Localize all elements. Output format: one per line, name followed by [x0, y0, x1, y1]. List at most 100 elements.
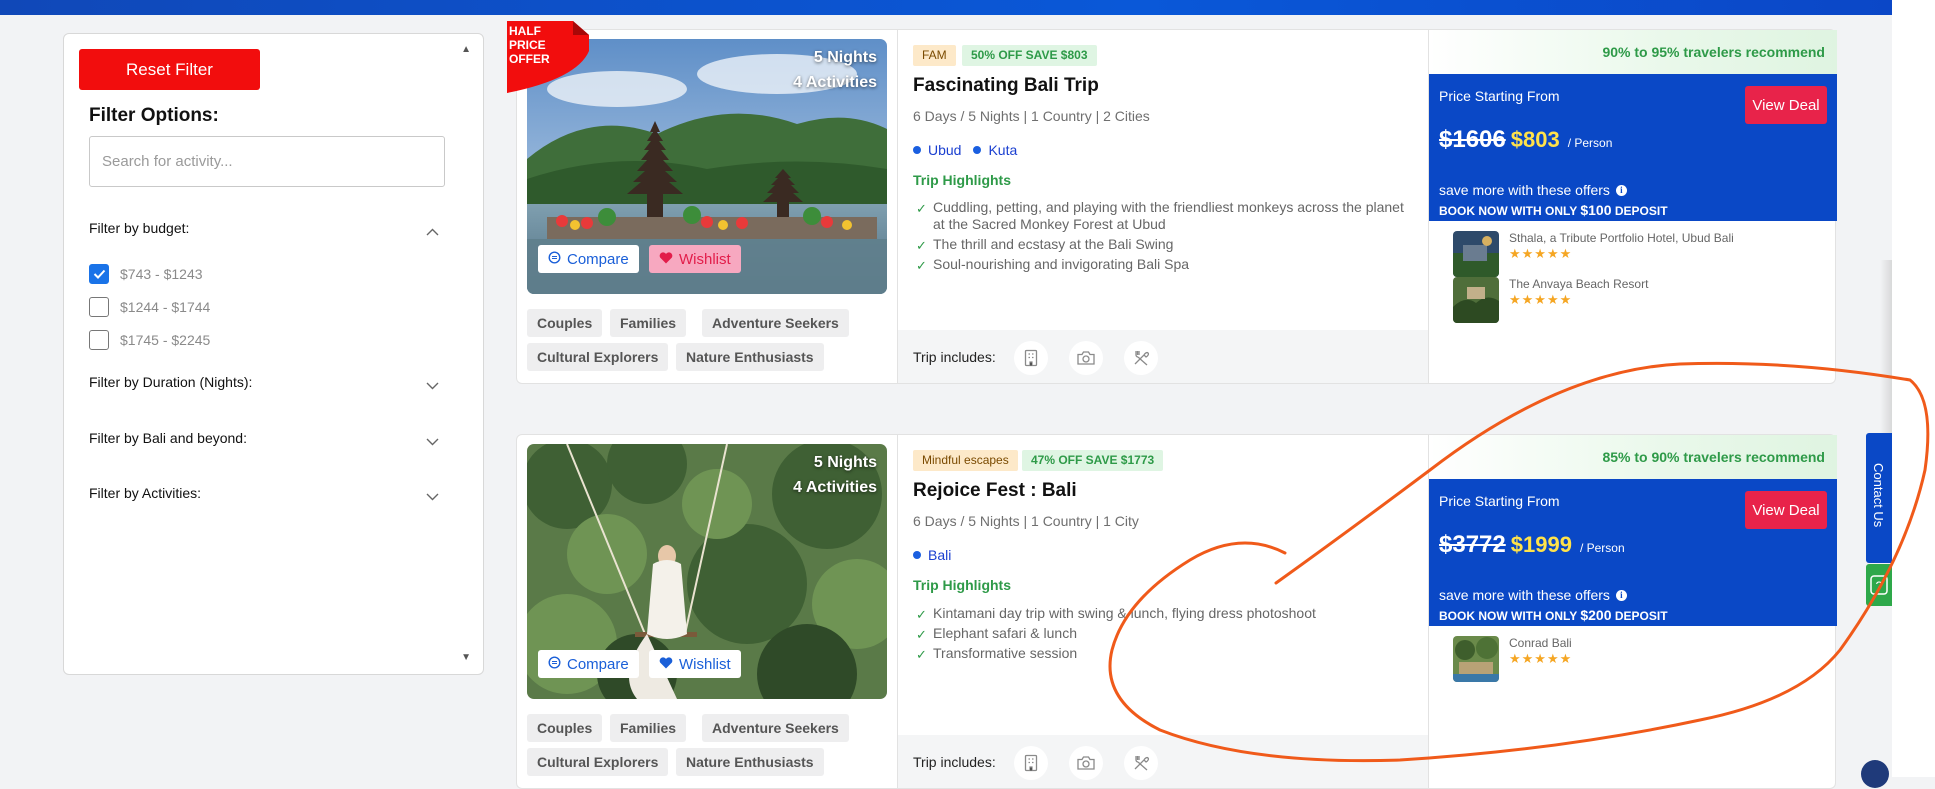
scroll-up-arrow-icon[interactable]: ▲ [461, 44, 471, 55]
package-details: FAM 50% OFF SAVE $803 Fascinating Bali T… [897, 30, 1428, 383]
package-meta: 6 Days / 5 Nights | 1 Country | 2 Cities [913, 108, 1150, 124]
budget-option-label: $743 - $1243 [120, 266, 203, 282]
contact-us-tab[interactable]: Contact Us [1866, 433, 1892, 563]
floating-chat-button[interactable] [1861, 760, 1889, 788]
filter-options-heading: Filter Options: [89, 105, 219, 126]
hotel-thumbnail [1453, 636, 1499, 682]
chevron-down-icon [426, 377, 439, 393]
deposit-note: BOOK NOW WITH ONLY $100 DEPOSIT [1439, 202, 1668, 218]
deposit-amount: $200 [1580, 607, 1612, 623]
camera-icon [1069, 746, 1103, 780]
save-more-offers[interactable]: save more with these offers i [1439, 587, 1627, 603]
budget-option[interactable]: $1745 - $2245 [89, 330, 210, 350]
budget-option-label: $1244 - $1744 [120, 299, 211, 315]
traveler-tag: Nature Enthusiasts [676, 343, 824, 371]
dining-icon [1124, 746, 1158, 780]
recommend-banner: 90% to 95% travelers recommend [1429, 30, 1837, 74]
save-more-offers[interactable]: save more with these offers i [1439, 182, 1627, 198]
wishlist-label: Wishlist [679, 655, 731, 673]
activities-filter-toggle[interactable]: Filter by Activities: [89, 485, 439, 501]
duration-filter-toggle[interactable]: Filter by Duration (Nights): [89, 374, 439, 390]
category-badge: Mindful escapes [913, 450, 1018, 471]
chevron-down-icon [426, 433, 439, 449]
help-button[interactable]: ? [1866, 564, 1892, 606]
activities-count: 4 Activities [793, 74, 877, 91]
package-title[interactable]: Fascinating Bali Trip [913, 75, 1099, 97]
heart-icon [659, 656, 673, 673]
offer-tag-line: PRICE [509, 38, 546, 52]
duration-filter-label: Filter by Duration (Nights): [89, 374, 253, 390]
checkbox[interactable] [89, 297, 109, 317]
trip-highlights-heading: Trip Highlights [913, 577, 1011, 593]
info-icon[interactable]: i [1615, 184, 1627, 196]
wishlist-button[interactable]: Wishlist [649, 245, 741, 273]
hotel-name: Sthala, a Tribute Portfolio Hotel, Ubud … [1509, 231, 1734, 245]
nights-count: 5 Nights [813, 49, 877, 66]
budget-option[interactable]: $743 - $1243 [89, 264, 203, 284]
deposit-suffix: DEPOSIT [1614, 204, 1668, 218]
hotel-item[interactable]: The Anvaya Beach Resort ★★★★★ [1453, 277, 1648, 323]
original-price: $1606 [1439, 126, 1506, 153]
help-icon: ? [1870, 575, 1888, 595]
deposit-suffix: DEPOSIT [1614, 609, 1668, 623]
compare-button[interactable]: Compare [538, 245, 639, 273]
traveler-tag: Nature Enthusiasts [676, 748, 824, 776]
category-badge: FAM [913, 45, 956, 66]
compare-icon [548, 655, 561, 673]
trip-highlights-heading: Trip Highlights [913, 172, 1011, 188]
scroll-down-arrow-icon[interactable]: ▼ [461, 652, 471, 663]
compare-icon [548, 250, 561, 268]
book-now-prefix: BOOK NOW WITH ONLY [1439, 204, 1577, 218]
highlight-item: Soul-nourishing and invigorating Bali Sp… [913, 256, 1413, 274]
budget-option[interactable]: $1244 - $1744 [89, 297, 210, 317]
hotel-rating-stars: ★★★★★ [1509, 292, 1573, 307]
package-details: Mindful escapes 47% OFF SAVE $1773 Rejoi… [897, 435, 1428, 788]
per-person-label: / Person [1579, 541, 1625, 555]
hotel-icon [1014, 341, 1048, 375]
checkbox[interactable] [89, 330, 109, 350]
package-card: 5 Nights 4 Activities Compare Wishlist C… [516, 434, 1837, 789]
checkbox-checked[interactable] [89, 264, 109, 284]
package-title[interactable]: Rejoice Fest : Bali [913, 480, 1077, 502]
offer-tag-line: HALF [509, 24, 541, 38]
budget-filter-toggle[interactable]: Filter by budget: [89, 220, 439, 236]
view-deal-button[interactable]: View Deal [1745, 491, 1827, 529]
activities-count: 4 Activities [793, 479, 877, 496]
traveler-tag: Families [610, 714, 687, 742]
filter-panel: Reset Filter Filter Options: Filter by b… [63, 33, 484, 675]
traveler-tag: Adventure Seekers [702, 309, 849, 337]
trip-includes-label: Trip includes: [913, 754, 996, 770]
city-item: Kuta [973, 142, 1017, 158]
view-deal-button[interactable]: View Deal [1745, 86, 1827, 124]
activity-search-input[interactable] [89, 136, 445, 187]
discounted-price: $803 [1510, 127, 1560, 152]
wishlist-button[interactable]: Wishlist [649, 650, 741, 678]
reset-filter-button[interactable]: Reset Filter [79, 49, 260, 90]
hotel-name: The Anvaya Beach Resort [1509, 277, 1649, 291]
compare-button[interactable]: Compare [538, 650, 639, 678]
price-row: $1606 $803 / Person [1439, 126, 1612, 154]
city-list: Bali [913, 547, 963, 563]
chevron-down-icon [426, 488, 439, 504]
discounted-price: $1999 [1510, 532, 1572, 557]
package-meta: 6 Days / 5 Nights | 1 Country | 1 City [913, 513, 1139, 529]
highlight-item: The thrill and ecstasy at the Bali Swing [913, 236, 1413, 254]
destination-filter-label: Filter by Bali and beyond: [89, 430, 247, 446]
hotel-icon [1014, 746, 1048, 780]
compare-label: Compare [567, 655, 629, 673]
hotel-item[interactable]: Conrad Bali ★★★★★ [1453, 636, 1572, 682]
highlight-item: Transformative session [913, 645, 1413, 663]
hotel-name: Conrad Bali [1509, 636, 1572, 650]
discount-badge: 47% OFF SAVE $1773 [1022, 450, 1164, 471]
compare-label: Compare [567, 250, 629, 268]
hotel-item[interactable]: Sthala, a Tribute Portfolio Hotel, Ubud … [1453, 231, 1734, 277]
price-box: Price Starting From View Deal $3772 $199… [1429, 479, 1837, 626]
traveler-tag: Couples [527, 309, 603, 337]
info-icon[interactable]: i [1615, 589, 1627, 601]
price-box: Price Starting From View Deal $1606 $803… [1429, 74, 1837, 221]
budget-option-label: $1745 - $2245 [120, 332, 211, 348]
discount-badge: 50% OFF SAVE $803 [962, 45, 1097, 66]
destination-filter-toggle[interactable]: Filter by Bali and beyond: [89, 430, 439, 446]
package-pricing: 85% to 90% travelers recommend Price Sta… [1428, 435, 1837, 788]
hotel-thumbnail [1453, 231, 1499, 277]
